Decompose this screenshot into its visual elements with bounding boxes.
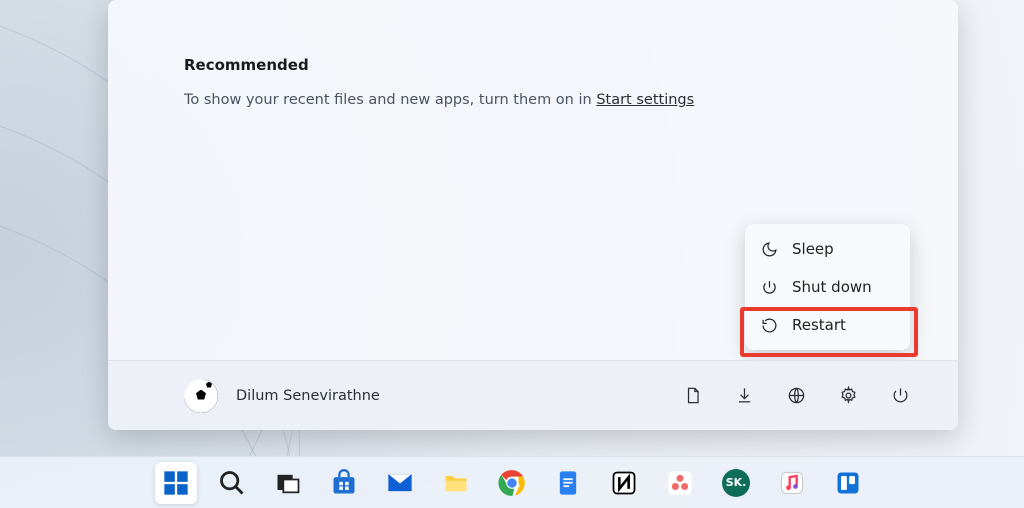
power-icon: [761, 279, 778, 296]
search-icon: [218, 469, 246, 497]
soccer-icon: [184, 379, 218, 413]
folder-icon: [442, 469, 470, 497]
power-menu-sleep[interactable]: Sleep: [745, 230, 910, 268]
power-menu-item-label: Restart: [792, 316, 846, 334]
windows-icon: [162, 469, 190, 497]
start-settings-link[interactable]: Start settings: [596, 92, 694, 108]
downloads-button[interactable]: [734, 386, 754, 406]
taskbar-notion[interactable]: [603, 462, 645, 504]
taskbar-asana[interactable]: [659, 462, 701, 504]
taskbar-start[interactable]: [155, 462, 197, 504]
music-icon: [778, 469, 806, 497]
documents-button[interactable]: [682, 386, 702, 406]
taskbar-explorer[interactable]: [435, 462, 477, 504]
recommended-section: Recommended To show your recent files an…: [108, 0, 958, 108]
power-icon: [891, 386, 910, 405]
taskbar-store[interactable]: [323, 462, 365, 504]
docs-icon: [554, 469, 582, 497]
user-avatar[interactable]: [184, 379, 218, 413]
trello-icon: [834, 469, 862, 497]
recommended-heading: Recommended: [184, 56, 882, 74]
taskbar-mail[interactable]: [379, 462, 421, 504]
mail-icon: [386, 469, 414, 497]
store-icon: [330, 469, 358, 497]
taskbar-sk[interactable]: SK.: [715, 462, 757, 504]
power-menu-item-label: Shut down: [792, 278, 872, 296]
chrome-icon: [498, 469, 526, 497]
taskbar-docs[interactable]: [547, 462, 589, 504]
taskbar-chrome[interactable]: [491, 462, 533, 504]
restart-icon: [761, 317, 778, 334]
taskbar-search[interactable]: [211, 462, 253, 504]
network-button[interactable]: [786, 386, 806, 406]
download-icon: [735, 386, 754, 405]
power-menu-item-label: Sleep: [792, 240, 834, 258]
globe-icon: [787, 386, 806, 405]
notion-icon: [610, 469, 638, 497]
power-button[interactable]: [890, 386, 910, 406]
settings-button[interactable]: [838, 386, 858, 406]
user-name[interactable]: Dilum Senevirathne: [236, 388, 380, 404]
taskbar-trello[interactable]: [827, 462, 869, 504]
start-menu: Recommended To show your recent files an…: [108, 0, 958, 430]
asana-icon: [666, 469, 694, 497]
task-view-icon: [274, 469, 302, 497]
moon-icon: [761, 241, 778, 258]
taskbar-music[interactable]: [771, 462, 813, 504]
taskbar: SK.: [0, 456, 1024, 508]
document-icon: [683, 386, 702, 405]
power-menu-restart[interactable]: Restart: [745, 306, 910, 344]
footer-quick-icons: [682, 386, 910, 406]
power-menu-shutdown[interactable]: Shut down: [745, 268, 910, 306]
sk-icon: SK.: [722, 469, 750, 497]
power-menu: Sleep Shut down Restart: [745, 224, 910, 350]
gear-icon: [839, 386, 858, 405]
start-menu-footer: Dilum Senevirathne: [108, 360, 958, 430]
taskbar-task-view[interactable]: [267, 462, 309, 504]
recommended-hint: To show your recent files and new apps, …: [184, 92, 882, 108]
